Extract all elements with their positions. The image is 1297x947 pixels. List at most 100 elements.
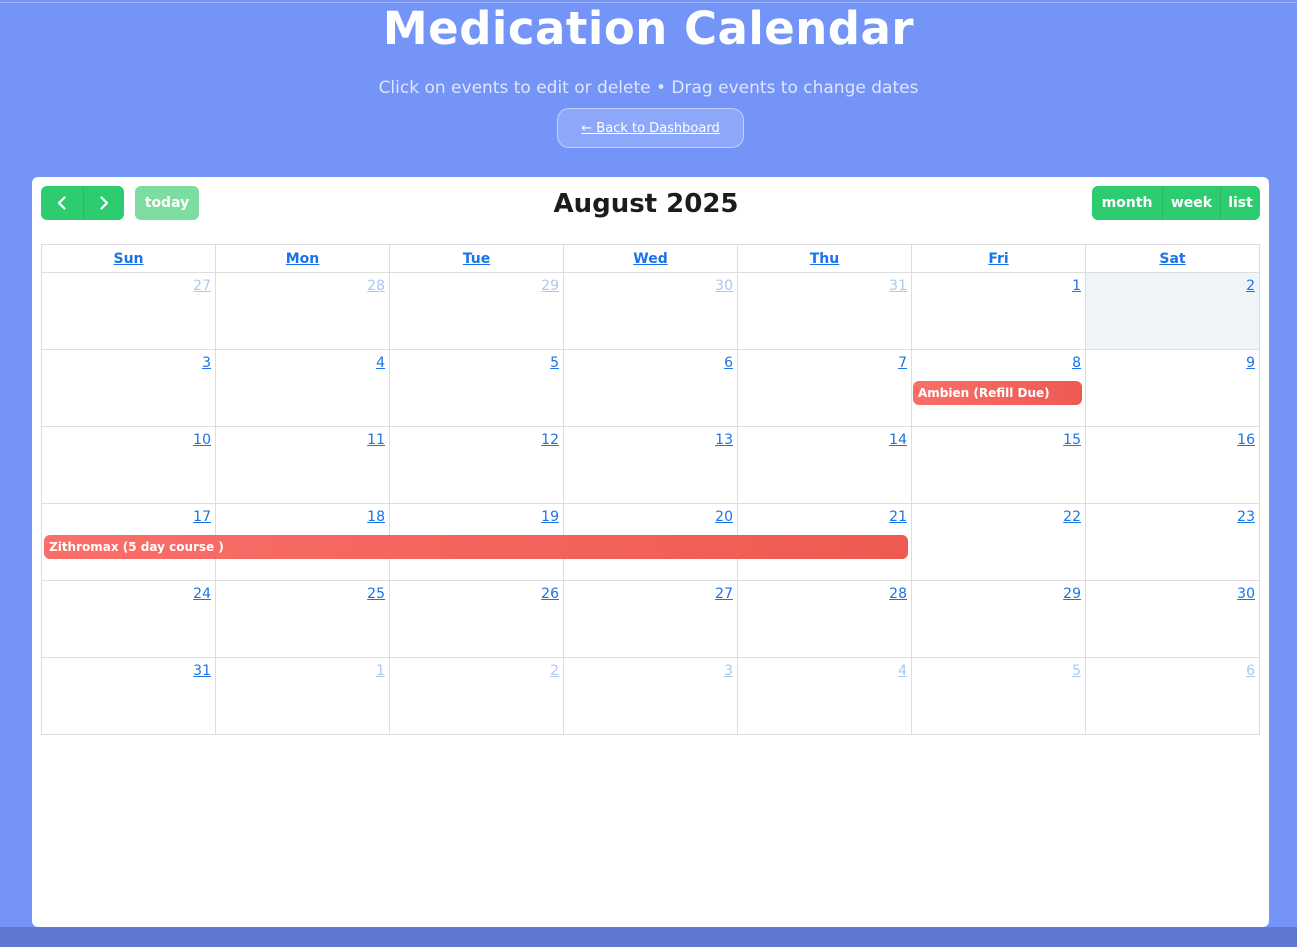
day-cell[interactable]: 2	[389, 657, 564, 735]
day-number[interactable]: 31	[193, 663, 211, 679]
day-number[interactable]: 5	[1072, 663, 1081, 679]
day-number[interactable]: 31	[889, 278, 907, 294]
day-number[interactable]: 18	[367, 509, 385, 525]
day-cell[interactable]: 7	[737, 349, 912, 427]
day-cell[interactable]: 2	[1085, 272, 1260, 350]
day-number[interactable]: 12	[541, 432, 559, 448]
day-cell[interactable]: 4	[737, 657, 912, 735]
day-number[interactable]: 7	[898, 355, 907, 371]
day-cell[interactable]: 29	[911, 580, 1086, 658]
day-cell[interactable]: 6	[1085, 657, 1260, 735]
day-cell[interactable]: 30	[563, 272, 738, 350]
day-number[interactable]: 11	[367, 432, 385, 448]
day-cell[interactable]: 31	[41, 657, 216, 735]
day-number[interactable]: 1	[376, 663, 385, 679]
day-number[interactable]: 29	[1063, 586, 1081, 602]
day-cell[interactable]: 15	[911, 426, 1086, 504]
day-cell[interactable]: 5	[911, 657, 1086, 735]
day-cell[interactable]: 26	[389, 580, 564, 658]
event-ambien[interactable]: Ambien (Refill Due)	[913, 381, 1082, 405]
event-zithromax[interactable]: Zithromax (5 day course )	[44, 535, 908, 559]
day-number[interactable]: 16	[1237, 432, 1255, 448]
weekday-header[interactable]: Thu	[737, 244, 912, 273]
day-cell[interactable]: 3	[563, 657, 738, 735]
today-button[interactable]: today	[135, 186, 199, 220]
day-number[interactable]: 2	[1246, 278, 1255, 294]
weekday-header[interactable]: Fri	[911, 244, 1086, 273]
day-cell[interactable]: 16	[1085, 426, 1260, 504]
day-number[interactable]: 25	[367, 586, 385, 602]
day-cell[interactable]: 13	[563, 426, 738, 504]
view-list-button[interactable]: list	[1220, 186, 1260, 220]
day-number[interactable]: 30	[715, 278, 733, 294]
day-number[interactable]: 28	[889, 586, 907, 602]
day-number[interactable]: 21	[889, 509, 907, 525]
day-number[interactable]: 6	[724, 355, 733, 371]
day-cell[interactable]: 27	[563, 580, 738, 658]
day-number[interactable]: 14	[889, 432, 907, 448]
page-title: Medication Calendar	[382, 2, 915, 55]
weekday-header[interactable]: Sat	[1085, 244, 1260, 273]
day-number[interactable]: 22	[1063, 509, 1081, 525]
day-number[interactable]: 9	[1246, 355, 1255, 371]
day-cell[interactable]: 1	[215, 657, 390, 735]
day-cell[interactable]: 24	[41, 580, 216, 658]
day-cell[interactable]: 23	[1085, 503, 1260, 581]
day-cell[interactable]: 12	[389, 426, 564, 504]
chevron-left-icon	[57, 196, 66, 210]
day-number[interactable]: 15	[1063, 432, 1081, 448]
week-row: 24 25 26 27 28 29 30	[41, 580, 1260, 658]
day-number[interactable]: 29	[541, 278, 559, 294]
day-number[interactable]: 8	[1072, 355, 1081, 371]
day-number[interactable]: 20	[715, 509, 733, 525]
prev-month-button[interactable]	[41, 186, 83, 220]
weekday-header[interactable]: Tue	[389, 244, 564, 273]
view-week-button[interactable]: week	[1162, 186, 1220, 220]
day-cell[interactable]: 5	[389, 349, 564, 427]
day-cell[interactable]: 28	[737, 580, 912, 658]
day-cell[interactable]: 27	[41, 272, 216, 350]
day-number[interactable]: 13	[715, 432, 733, 448]
day-cell[interactable]: 29	[389, 272, 564, 350]
view-month-button[interactable]: month	[1092, 186, 1162, 220]
next-month-button[interactable]	[83, 186, 124, 220]
day-number[interactable]: 3	[202, 355, 211, 371]
day-number[interactable]: 27	[715, 586, 733, 602]
day-number[interactable]: 2	[550, 663, 559, 679]
day-number[interactable]: 24	[193, 586, 211, 602]
day-number[interactable]: 30	[1237, 586, 1255, 602]
day-cell[interactable]: 4	[215, 349, 390, 427]
weekday-header[interactable]: Wed	[563, 244, 738, 273]
day-number[interactable]: 6	[1246, 663, 1255, 679]
day-number[interactable]: 1	[1072, 278, 1081, 294]
weekday-header[interactable]: Sun	[41, 244, 216, 273]
day-number[interactable]: 28	[367, 278, 385, 294]
calendar-card: today August 2025 month week list Sun Mon…	[32, 177, 1269, 927]
day-cell[interactable]: 3	[41, 349, 216, 427]
day-cell[interactable]: 14	[737, 426, 912, 504]
day-cell[interactable]: 9	[1085, 349, 1260, 427]
weekday-header[interactable]: Mon	[215, 244, 390, 273]
day-number[interactable]: 3	[724, 663, 733, 679]
day-number[interactable]: 5	[550, 355, 559, 371]
day-number[interactable]: 4	[376, 355, 385, 371]
day-cell[interactable]: 30	[1085, 580, 1260, 658]
day-number[interactable]: 17	[193, 509, 211, 525]
week-row: 27 28 29 30 31 1 2	[41, 272, 1260, 350]
day-cell[interactable]: 22	[911, 503, 1086, 581]
day-number[interactable]: 19	[541, 509, 559, 525]
day-number[interactable]: 26	[541, 586, 559, 602]
day-number[interactable]: 10	[193, 432, 211, 448]
chevron-right-icon	[100, 196, 109, 210]
day-cell[interactable]: 6	[563, 349, 738, 427]
back-to-dashboard-button[interactable]: ← Back to Dashboard	[557, 108, 744, 148]
day-cell[interactable]: 10	[41, 426, 216, 504]
day-number[interactable]: 23	[1237, 509, 1255, 525]
day-cell[interactable]: 28	[215, 272, 390, 350]
day-number[interactable]: 27	[193, 278, 211, 294]
day-cell[interactable]: 11	[215, 426, 390, 504]
day-number[interactable]: 4	[898, 663, 907, 679]
day-cell[interactable]: 31	[737, 272, 912, 350]
day-cell[interactable]: 25	[215, 580, 390, 658]
day-cell[interactable]: 1	[911, 272, 1086, 350]
